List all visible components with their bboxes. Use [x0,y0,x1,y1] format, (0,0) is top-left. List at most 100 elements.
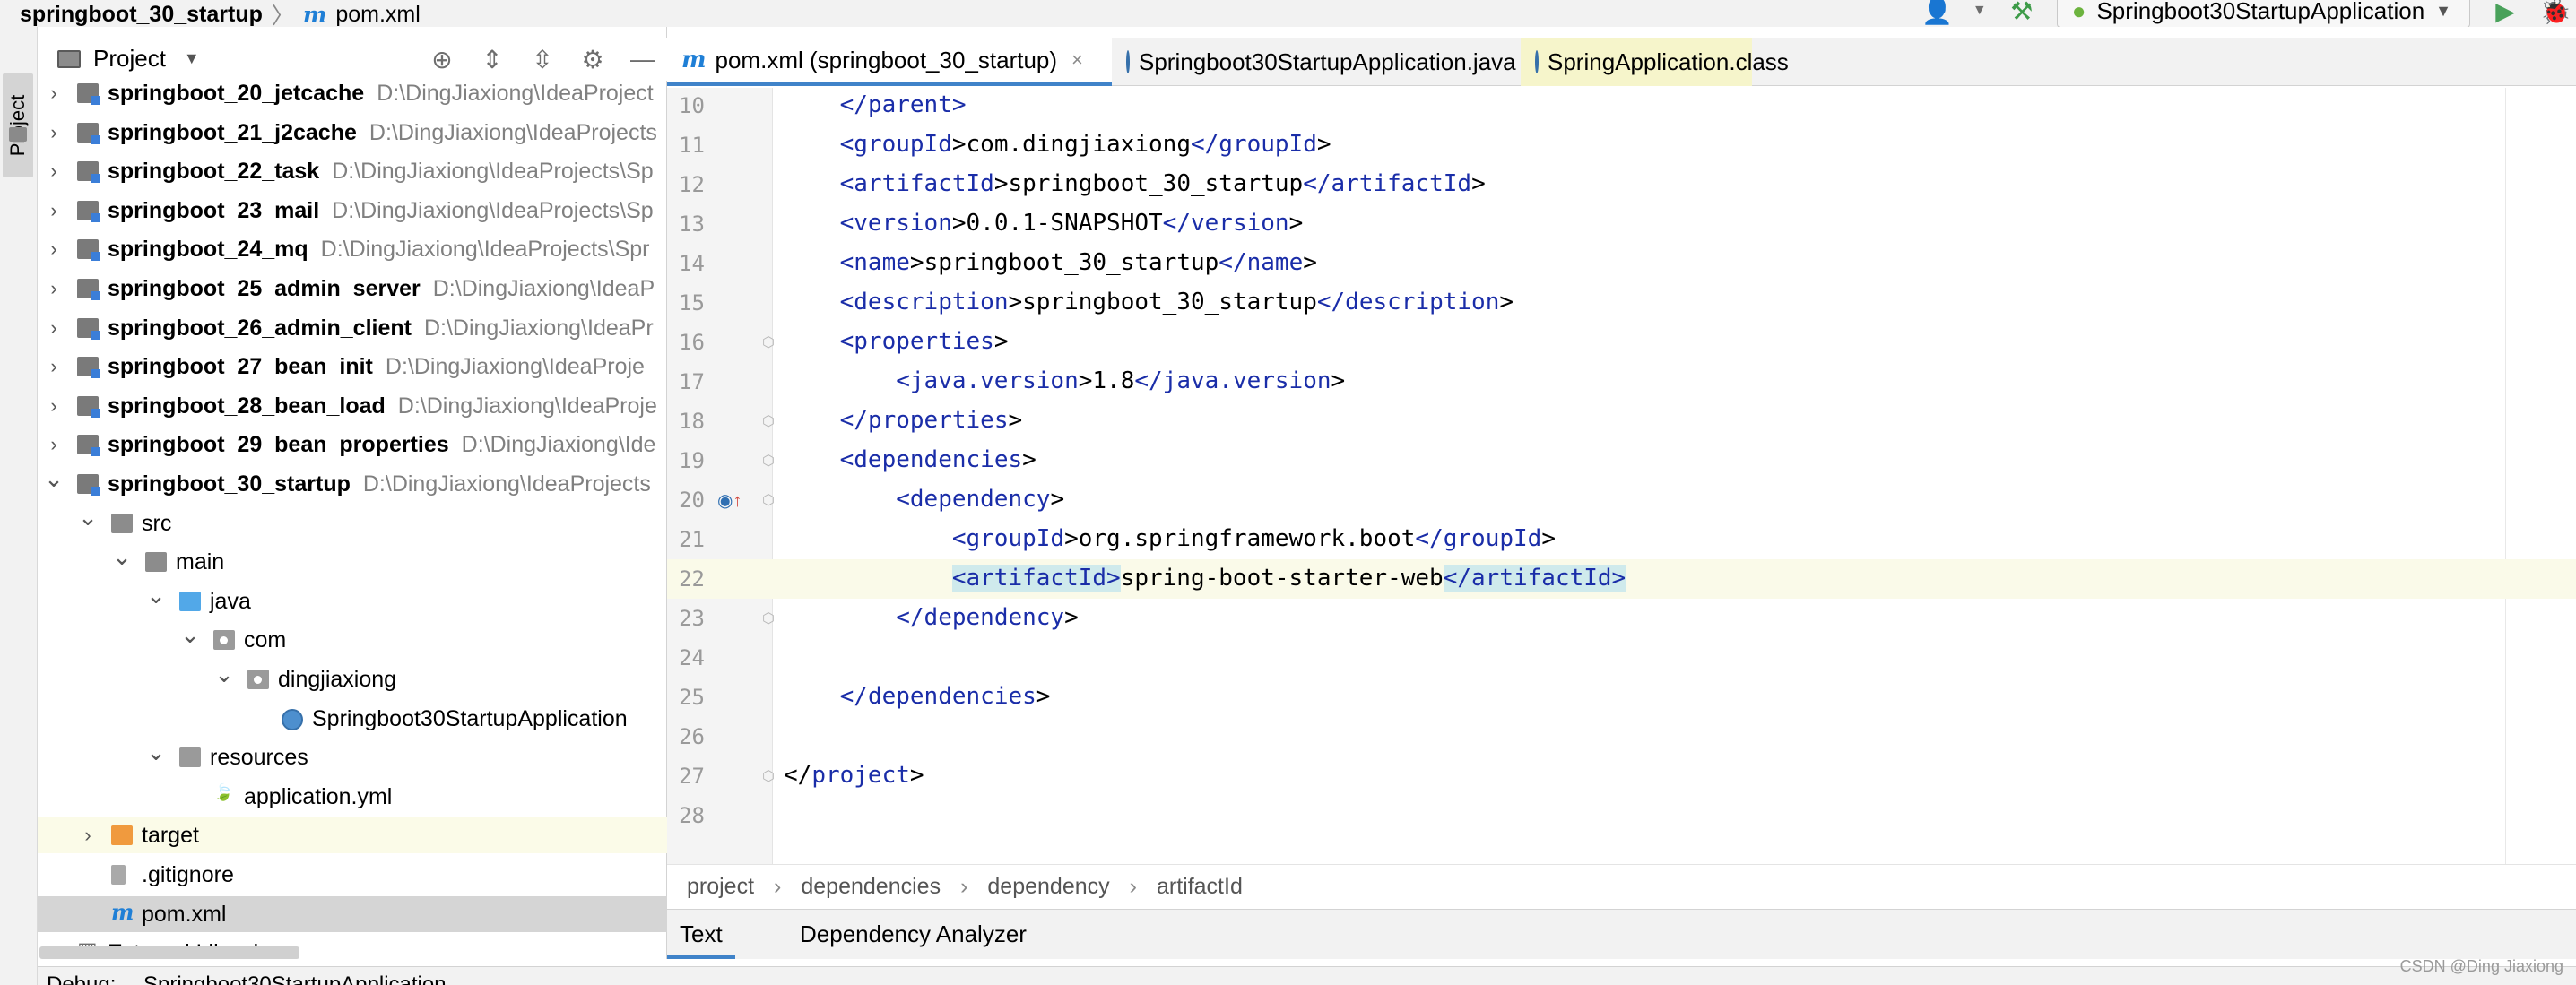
code-token: > [1541,525,1556,552]
tree-item-name: resources [210,745,308,771]
code-text: </properties> [784,407,1023,434]
pom-editor-tab-text[interactable]: Text [667,920,735,959]
chevron-down-icon[interactable]: ⌄ [214,661,234,692]
tree-item-springboot-30-startup[interactable]: ⌄ springboot_30_startup D:\DingJiaxiong\Id… [38,466,667,502]
code-token: description [1345,289,1500,315]
tree-item-springboot-27-bean-init[interactable]: › springboot_27_bean_init D:\DingJiaxiong\… [38,349,667,384]
chevron-right-icon[interactable]: › [79,817,97,853]
chevron-right-icon[interactable]: › [45,82,63,111]
chevron-down-icon[interactable]: ⌄ [112,544,132,575]
tree-item-springboot-20-jetcache[interactable]: › springboot_20_jetcache D:\DingJiaxiong\I… [38,82,667,111]
code-line: 21 <groupId>org.springframework.boot</gr… [667,520,2576,559]
code-token: </ [1162,210,1191,237]
nav-file-name[interactable]: pom.xml [335,2,420,28]
tree-item-pom-xml[interactable]: m pom.xml [38,895,667,932]
tree-item-name: main [176,549,225,575]
debug-label[interactable]: Debug: [47,972,116,985]
code-editor[interactable]: 10 </parent> 11 <groupId>com.dingjiaxiong… [667,88,2576,864]
fold-marker-icon[interactable]: ⬡ [762,767,775,784]
tree-item-label: springboot_22_task D:\DingJiaxiong\IdeaPr… [108,159,654,185]
chevron-right-icon[interactable]: › [45,388,63,424]
fold-marker-icon[interactable]: ⬡ [762,452,775,469]
fold-marker-icon[interactable]: ⬡ [762,412,775,429]
tree-item-springboot-29-bean-properties[interactable]: › springboot_29_bean_properties D:\DingJia… [38,427,667,462]
tree-item-src[interactable]: ⌄ src [38,505,667,541]
tree-item-path: D:\DingJiaxiong\IdeaPr [423,315,654,341]
chevron-right-icon[interactable]: › [45,310,63,346]
resources-folder-icon [179,747,201,768]
code-token: </ [784,762,812,789]
pom-editor-tab-dependency-analyzer[interactable]: Dependency Analyzer [800,920,1027,948]
folder-icon [57,49,81,68]
chevron-right-icon[interactable]: › [45,115,63,151]
chevron-right-icon[interactable]: › [45,349,63,384]
fold-marker-icon[interactable]: ⬡ [762,609,775,626]
tree-item-springboot-22-task[interactable]: › springboot_22_task D:\DingJiaxiong\IdeaP… [38,153,667,189]
user-icon[interactable]: 👤 [1921,0,1953,26]
horizontal-scrollbar[interactable] [39,946,299,959]
breadcrumb-item[interactable]: dependencies [801,874,941,900]
chevron-right-icon[interactable]: › [45,193,63,229]
tree-item-springboot-21-j2cache[interactable]: › springboot_21_j2cache D:\DingJiaxiong\Id… [38,115,667,151]
build-hammer-icon[interactable]: ⚒ [2007,0,2037,26]
chevron-down-icon[interactable]: ⌄ [146,739,166,770]
code-token: > [1008,407,1023,434]
tree-item-springboot-26-admin-client[interactable]: › springboot_26_admin_client D:\DingJiaxio… [38,310,667,346]
chevron-right-icon[interactable]: › [45,153,63,189]
tree-item-application-yml[interactable]: 🍃 application.yml [38,779,667,815]
close-icon[interactable]: × [1071,48,1083,72]
tree-item-java[interactable]: ⌄ java [38,583,667,619]
tree-item-path: D:\DingJiaxiong\IdeaProjects [369,119,657,145]
code-token: dependency [909,486,1051,513]
breadcrumb-item[interactable]: artifactId [1157,874,1243,900]
run-configuration-selector[interactable]: ● Springboot30StartupApplication ▼ [2056,0,2470,28]
chevron-down-icon[interactable]: ⌄ [180,622,200,652]
breadcrumb-item[interactable]: dependency [987,874,1109,900]
project-view-selector[interactable]: Project ▼ [57,45,200,73]
chevron-right-icon[interactable]: › [45,271,63,307]
chevron-down-icon[interactable]: ▼ [1973,0,1987,26]
code-token: groupId [1443,525,1542,552]
project-tool-tab[interactable]: Project [3,73,33,177]
editor-tab[interactable]: m pom.xml (springboot_30_startup) × [667,38,1112,86]
editor-tab[interactable]: SpringApplication.class [1521,38,1789,86]
code-token: groupId [966,525,1065,552]
debug-icon[interactable]: 🐞 [2540,0,2572,26]
tree-item-springboot-25-admin-server[interactable]: › springboot_25_admin_server D:\DingJiaxio… [38,271,667,307]
tree-item-springboot-23-mail[interactable]: › springboot_23_mail D:\DingJiaxiong\IdeaP… [38,193,667,229]
tree-item-springboot-28-bean-load[interactable]: › springboot_28_bean_load D:\DingJiaxiong\… [38,388,667,424]
tree-item-springboot-24-mq[interactable]: › springboot_24_mq D:\DingJiaxiong\IdeaPro… [38,231,667,267]
tree-item-resources[interactable]: ⌄ resources [38,739,667,775]
tree-item-com[interactable]: ⌄ com [38,622,667,658]
project-tree: › springboot_20_jetcache D:\DingJiaxiong\I… [38,82,667,959]
tree-item-label: resources [210,745,308,771]
chevron-right-icon[interactable]: › [45,231,63,267]
gear-icon[interactable]: ⚙ [577,44,608,74]
nav-project-name[interactable]: springboot_30_startup [20,2,263,28]
chevron-right-icon: › [774,874,782,899]
code-token: < [839,170,854,197]
chevron-down-icon[interactable]: ⌄ [44,466,64,497]
implemented-override-icon[interactable]: ◉↑ [717,489,742,512]
run-icon[interactable]: ▶ [2490,0,2520,26]
tree-item-target[interactable]: › target [38,817,667,854]
tree-item-dingjiaxiong[interactable]: ⌄ dingjiaxiong [38,661,667,697]
tree-item-main[interactable]: ⌄ main [38,544,667,580]
collapse-all-icon[interactable]: ⇳ [527,44,558,74]
chevron-down-icon[interactable]: ⌄ [78,505,98,536]
expand-all-icon[interactable]: ⇕ [477,44,507,74]
code-token: <artifactId> [951,565,1121,592]
chevron-down-icon[interactable]: ⌄ [146,583,166,614]
code-line: 11 <groupId>com.dingjiaxiong</groupId> [667,125,2576,165]
tree-item-springboot30startupapplication[interactable]: Springboot30StartupApplication [38,701,667,737]
editor-tab[interactable]: Springboot30StartupApplication.java× [1112,38,1541,86]
tree-item--gitignore[interactable]: .gitignore [38,857,667,893]
breadcrumb-item[interactable]: project [687,874,754,900]
fold-marker-icon[interactable]: ⬡ [762,491,775,508]
fold-marker-icon[interactable]: ⬡ [762,333,775,350]
debug-config-label[interactable]: Springboot30StartupApplication [143,972,447,985]
locate-crosshair-icon[interactable]: ⊕ [427,44,457,74]
hide-minus-icon[interactable]: — [628,44,658,74]
chevron-right-icon[interactable]: › [45,427,63,462]
